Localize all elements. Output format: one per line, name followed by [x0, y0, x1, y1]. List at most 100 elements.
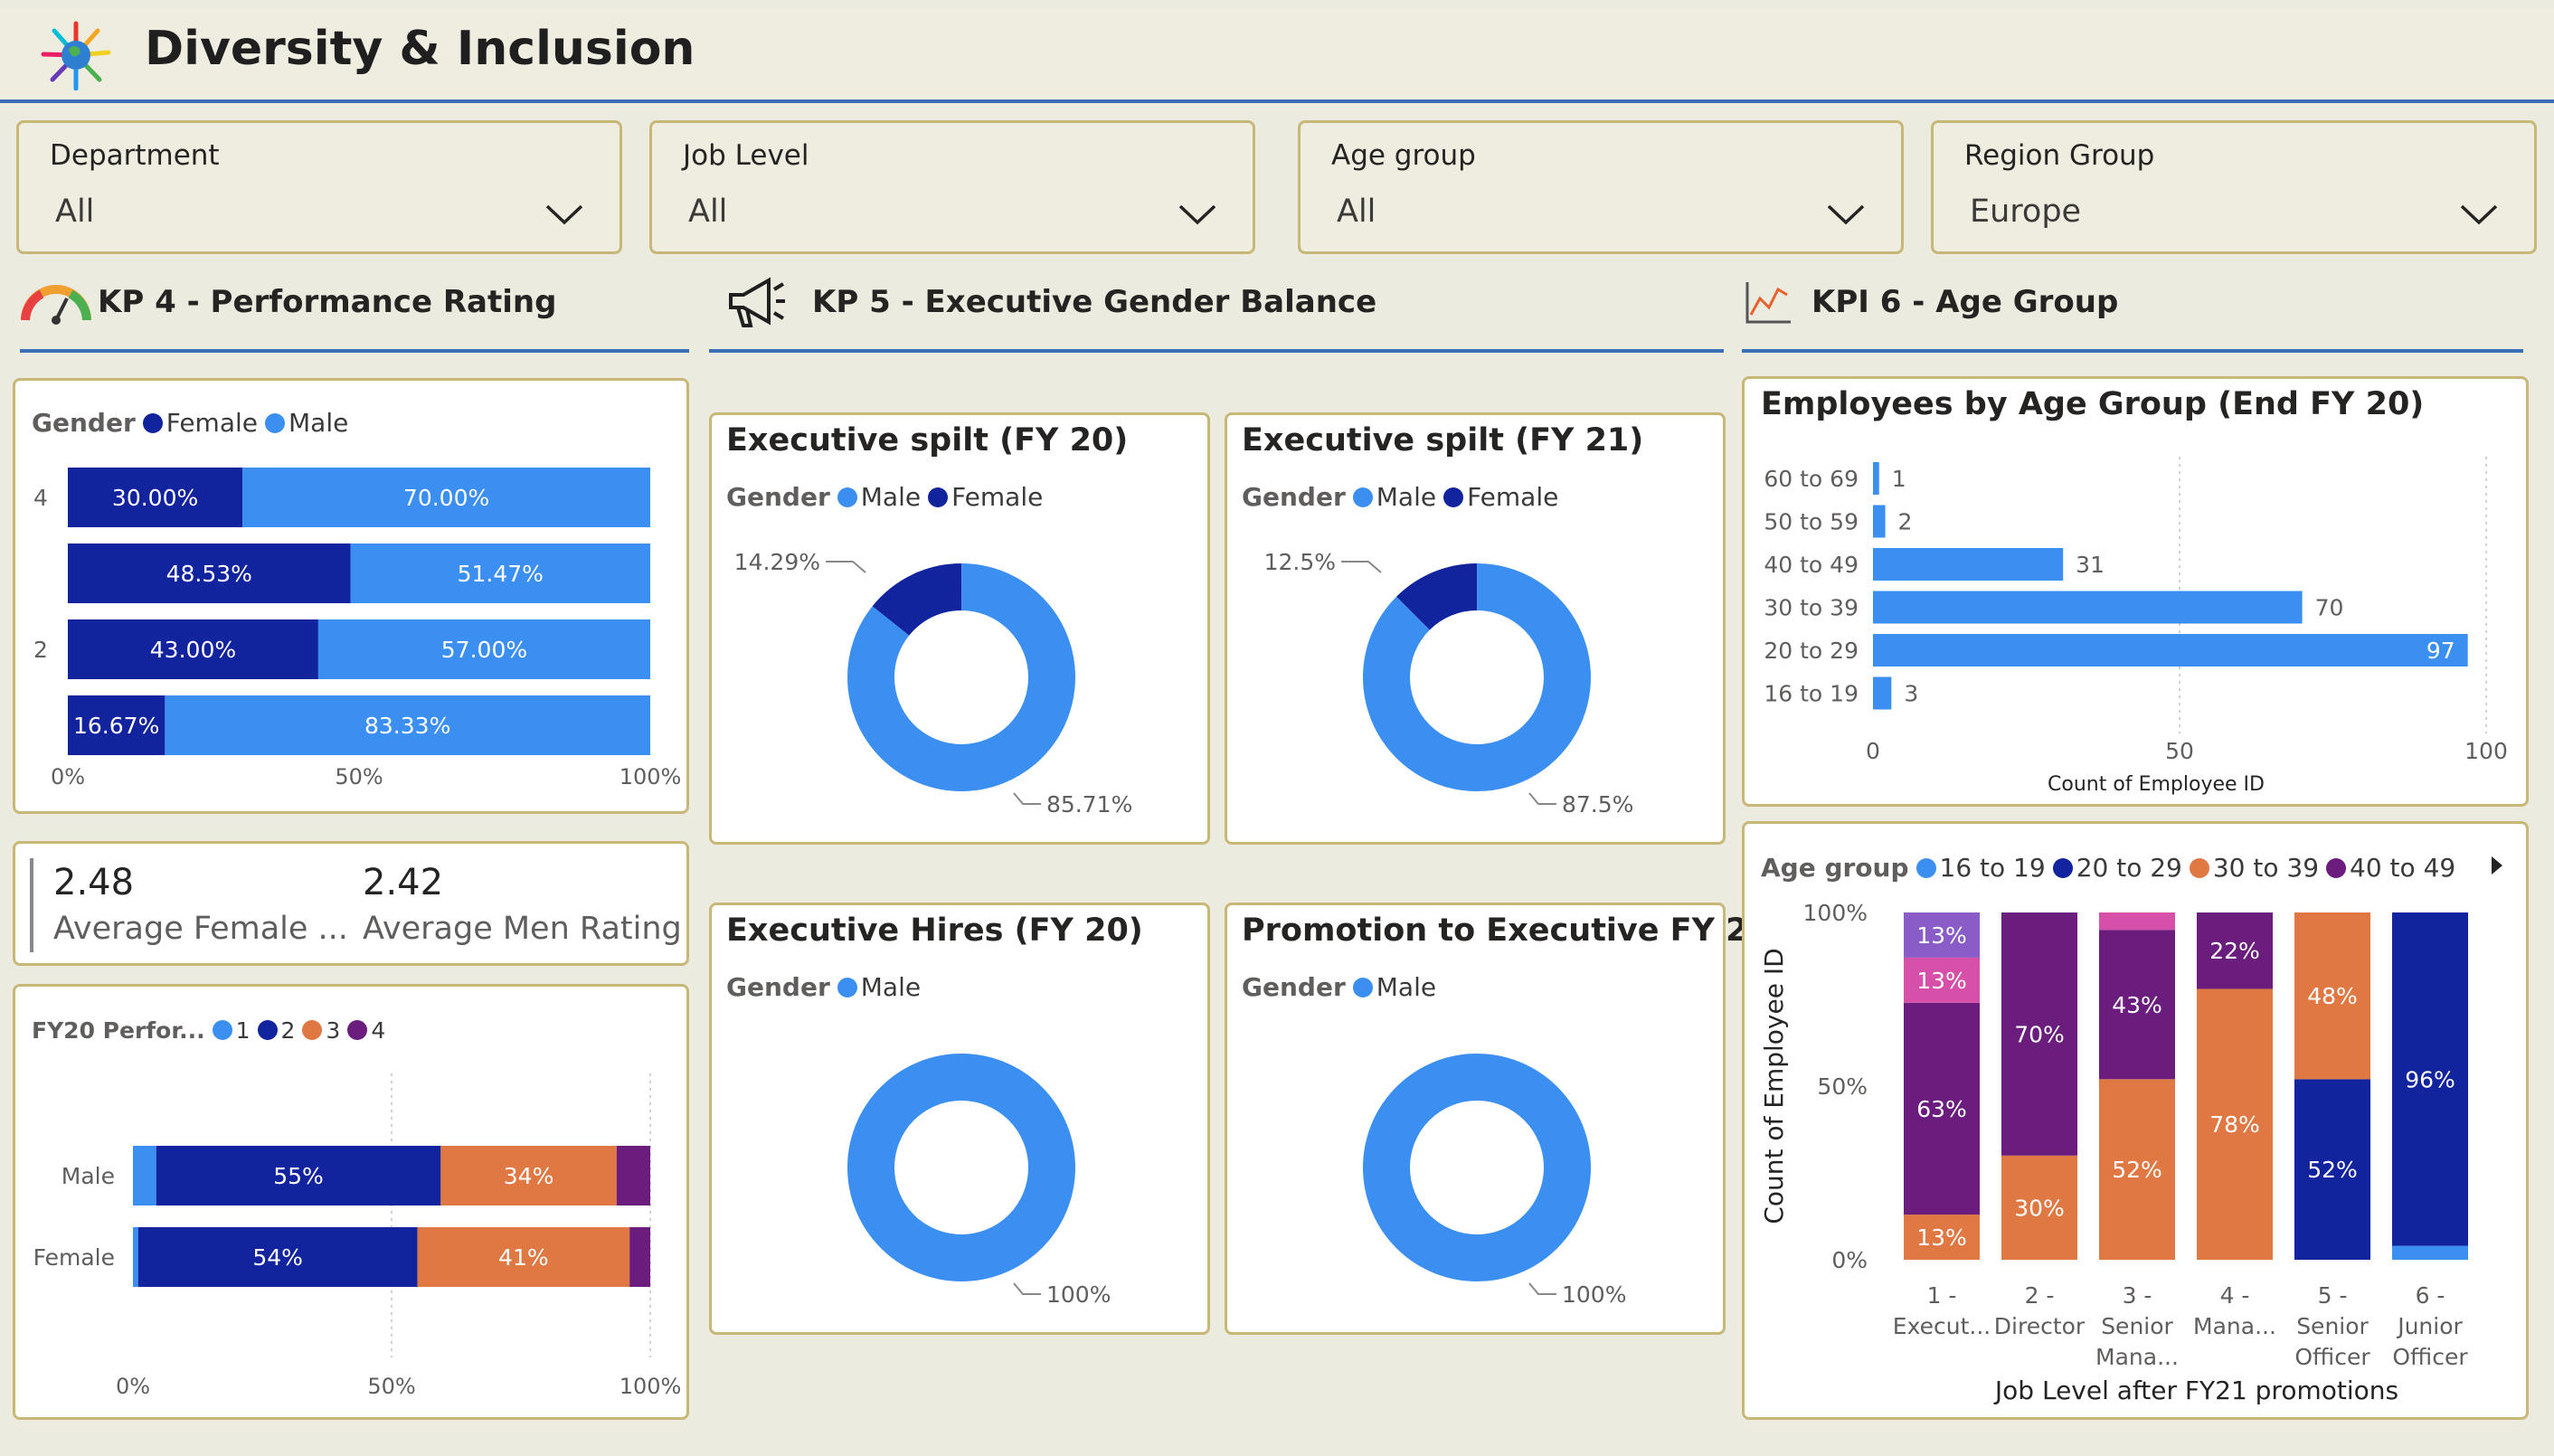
category-label: 1 - [1927, 1282, 1957, 1309]
category-label: Junior [2396, 1313, 2463, 1339]
category-label: Director [1994, 1313, 2086, 1339]
performance-rating-card: Gender Female Male 30.00% 70.00% 4 48.53% 51.4… [13, 378, 689, 814]
filter-label: Job Level [683, 139, 809, 172]
bar-segment [2392, 1245, 2468, 1260]
avg-men-value: 2.42 [363, 862, 444, 903]
chevron-down-icon[interactable] [1825, 203, 1867, 226]
data-label: 13% [1916, 968, 1967, 994]
data-label: 83.33% [364, 713, 450, 739]
bar-segment [616, 1146, 650, 1205]
data-label: 1 [1892, 466, 1906, 492]
data-label: 14.29% [734, 549, 820, 575]
data-label: 43% [2112, 992, 2162, 1018]
data-label: 96% [2405, 1066, 2455, 1092]
y-axis-title: Count of Employee ID [1759, 948, 1789, 1224]
x-tick-label: 100 [2464, 738, 2508, 764]
data-label: 34% [504, 1163, 554, 1189]
data-label: 3 [1904, 681, 1918, 707]
data-label: 52% [2112, 1157, 2162, 1183]
leader-line [826, 561, 866, 573]
data-label: 78% [2209, 1111, 2260, 1138]
x-tick-label: 0% [116, 1374, 150, 1399]
bar-segment [629, 1227, 650, 1287]
bar-segment [133, 1146, 156, 1205]
data-label: 12.5% [1264, 549, 1336, 575]
data-label: 97 [2426, 638, 2455, 664]
data-label: 22% [2209, 938, 2260, 964]
filter-value: All [688, 194, 728, 230]
data-label: 41% [498, 1244, 549, 1271]
category-label: 2 - [2025, 1282, 2055, 1309]
data-label: 48% [2307, 983, 2358, 1009]
data-label: 13% [1916, 922, 1967, 949]
age-group-filter[interactable]: Age group All [1298, 120, 1904, 254]
exec-hires-fy20-card: Executive Hires (FY 20) Gender Male 100% [709, 903, 1210, 1335]
data-label: 30.00% [112, 485, 198, 511]
bar [1873, 591, 2303, 624]
chevron-down-icon[interactable] [544, 203, 585, 226]
kp5-rule [709, 349, 1724, 353]
data-label: 13% [1916, 1224, 1967, 1251]
leader-line [1341, 561, 1382, 573]
filter-value: All [55, 194, 95, 230]
chevron-down-icon[interactable] [2458, 203, 2500, 226]
category-label: Officer [2392, 1344, 2468, 1370]
bar [1873, 462, 1879, 495]
category-label: 4 [33, 485, 48, 511]
chevron-down-icon[interactable] [1177, 203, 1218, 226]
job-level-filter[interactable]: Job Level All [649, 120, 1255, 254]
leader-line [1528, 792, 1556, 805]
data-label: 87.5% [1562, 791, 1633, 818]
filter-value: All [1337, 194, 1376, 230]
bar [1873, 634, 2468, 667]
performance-rating-chart: 30.00% 70.00% 4 48.53% 51.47% 43.00% 57.00% 2 16… [33, 468, 681, 789]
avg-men-label: Average Men Rating [363, 911, 682, 947]
job-level-age-chart: 0% 50% 100% Count of Employee ID 13% 63% 13% 13… [1759, 900, 2468, 1405]
employees-by-age-card: Employees by Age Group (End FY 20) 60 to… [1742, 376, 2529, 807]
category-label: Senior [2296, 1313, 2369, 1339]
speedometer-icon [20, 279, 92, 326]
x-tick-label: 50% [367, 1374, 415, 1399]
bar-segment [2099, 912, 2175, 931]
category-label: Mana... [2193, 1313, 2276, 1339]
x-tick-label: 50% [335, 764, 383, 789]
data-label: 52% [2307, 1157, 2358, 1183]
data-label: 48.53% [166, 561, 252, 587]
globe-people-icon [40, 20, 112, 91]
average-rating-card: 2.48 Average Female ... 2.42 Average Men… [13, 841, 689, 966]
leader-line [1528, 1282, 1556, 1295]
avg-female-label: Average Female ... [53, 911, 348, 947]
category-label: 60 to 69 [1764, 466, 1859, 492]
data-label: 54% [252, 1244, 303, 1271]
region-group-filter[interactable]: Region Group Europe [1931, 120, 2537, 254]
bar [1873, 676, 1892, 710]
bar-segment [133, 1227, 138, 1287]
data-label: 85.71% [1046, 791, 1132, 818]
data-label: 2 [1898, 509, 1913, 535]
department-filter[interactable]: Department All [16, 120, 622, 254]
category-label: 20 to 29 [1764, 638, 1859, 664]
donut-slice [847, 1054, 1075, 1281]
y-tick-label: 50% [1817, 1073, 1868, 1100]
promotion-exec-fy20-donut: 100% [1363, 1054, 1626, 1308]
x-axis-title: Count of Employee ID [2048, 773, 2265, 796]
data-label: 51.47% [458, 561, 544, 587]
leader-line [1013, 1282, 1041, 1295]
data-label: 100% [1562, 1281, 1626, 1308]
category-label: 6 - [2416, 1282, 2445, 1309]
category-label: 4 - [2220, 1282, 2250, 1309]
data-label: 100% [1046, 1281, 1111, 1308]
data-label: 57.00% [441, 637, 527, 663]
filter-label: Department [50, 139, 220, 172]
leader-line [1013, 792, 1041, 805]
promotion-exec-fy20-card: Promotion to Executive FY 20 Gender Male … [1225, 903, 1770, 1335]
category-label: 40 to 49 [1764, 552, 1859, 578]
category-label: Senior [2101, 1313, 2173, 1339]
kp5-title: KP 5 - Executive Gender Balance [812, 284, 1377, 320]
category-label: 5 - [2318, 1282, 2348, 1309]
data-label: 63% [1916, 1096, 1967, 1122]
donut-slice [1363, 1054, 1591, 1281]
job-level-age-card: Age group 16 to 19 20 to 29 30 to 39 40 to 4… [1742, 821, 2529, 1420]
x-tick-label: 0 [1866, 738, 1880, 764]
exec-hires-fy20-donut: 100% [847, 1054, 1111, 1308]
